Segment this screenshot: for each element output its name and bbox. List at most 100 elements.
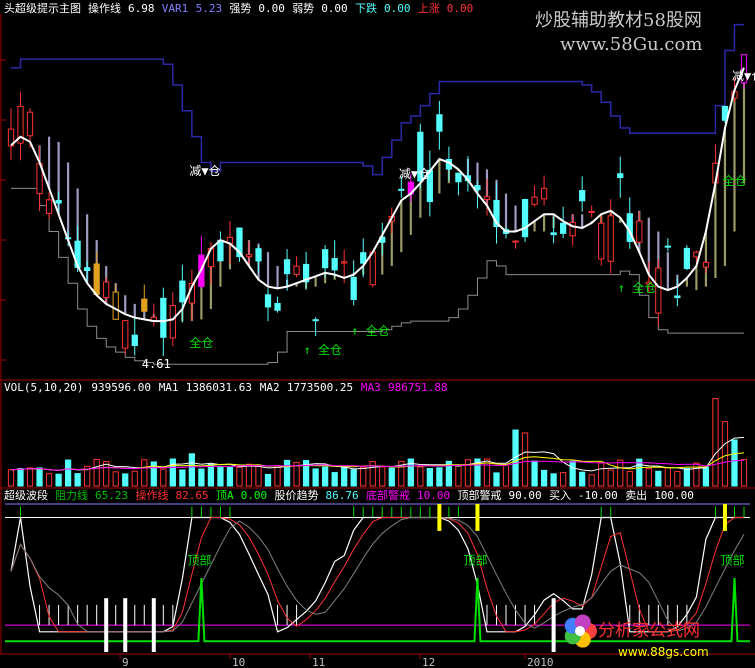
volume-bar[interactable]	[436, 467, 443, 487]
candle-body[interactable]	[45, 199, 53, 214]
volume-bar[interactable]	[179, 469, 186, 487]
candle-body[interactable]	[560, 222, 567, 234]
volume-bar[interactable]	[493, 472, 500, 487]
volume-bar[interactable]	[122, 473, 129, 487]
candle-body[interactable]	[702, 261, 710, 268]
candle-body[interactable]	[617, 173, 624, 178]
volume-bar[interactable]	[331, 472, 338, 487]
volume-bar[interactable]	[379, 466, 386, 487]
candle-body[interactable]	[588, 210, 595, 213]
candle-body[interactable]	[655, 267, 662, 314]
volume-bar[interactable]	[45, 473, 53, 487]
volume-bar[interactable]	[141, 459, 148, 487]
candle-body[interactable]	[540, 187, 548, 200]
candle-body[interactable]	[312, 319, 319, 322]
candle-body[interactable]	[636, 220, 643, 243]
candle-body[interactable]	[483, 196, 491, 201]
buy-signal-bar[interactable]	[151, 598, 156, 652]
volume-bar[interactable]	[417, 466, 424, 487]
candle-body[interactable]	[274, 302, 281, 311]
candle-body[interactable]	[131, 334, 138, 346]
buy-signal-bar[interactable]	[104, 598, 109, 652]
volume-bar[interactable]	[683, 467, 691, 487]
volume-bar[interactable]	[7, 469, 15, 487]
volume-bar[interactable]	[217, 466, 224, 487]
candle-body[interactable]	[521, 199, 529, 238]
candle-body[interactable]	[283, 259, 291, 275]
volume-bar[interactable]	[360, 466, 367, 487]
volume-bar[interactable]	[198, 468, 205, 487]
candle-body[interactable]	[103, 281, 110, 299]
volume-bar[interactable]	[569, 460, 576, 487]
volume-bar[interactable]	[426, 468, 433, 487]
volume-bar[interactable]	[112, 471, 119, 487]
volume-bar[interactable]	[207, 463, 215, 487]
candle-body[interactable]	[331, 258, 338, 271]
volume-bar[interactable]	[283, 459, 291, 487]
volume-bar[interactable]	[322, 466, 329, 487]
candle-body[interactable]	[160, 297, 167, 338]
volume-bar[interactable]	[245, 463, 253, 487]
stock-chart[interactable]: 减▼仓减▼仓减▼仓全仓↑ 全仓↑ 全仓↑ 全仓全仓4.61 顶部顶部顶部 头超级…	[0, 0, 755, 668]
volume-bar[interactable]	[740, 459, 748, 487]
volume-bar[interactable]	[103, 461, 110, 487]
volume-bar[interactable]	[626, 470, 633, 487]
volume-bar[interactable]	[464, 459, 472, 487]
volume-bar[interactable]	[131, 470, 138, 487]
volume-bar[interactable]	[17, 468, 24, 487]
volume-bar[interactable]	[64, 459, 72, 487]
candle-body[interactable]	[84, 267, 91, 272]
volume-bar[interactable]	[731, 439, 738, 487]
candle-body[interactable]	[264, 294, 272, 308]
candle-body[interactable]	[550, 232, 557, 236]
volume-bar[interactable]	[550, 473, 557, 487]
volume-bar[interactable]	[36, 467, 43, 487]
candle-body[interactable]	[341, 261, 348, 264]
candle-body[interactable]	[579, 190, 586, 202]
candle-body[interactable]	[293, 265, 300, 275]
candle-body[interactable]	[26, 111, 34, 137]
volume-bar[interactable]	[160, 468, 167, 487]
volume-bar[interactable]	[502, 464, 510, 487]
volume-bar[interactable]	[702, 466, 710, 487]
volume-bar[interactable]	[693, 462, 700, 487]
volume-bar[interactable]	[721, 421, 729, 487]
sell-signal-bar[interactable]	[437, 504, 442, 531]
candle-body[interactable]	[141, 298, 148, 312]
volume-bar[interactable]	[531, 460, 538, 487]
candle-body[interactable]	[122, 320, 129, 349]
candle-body[interactable]	[217, 239, 224, 262]
volume-bar[interactable]	[455, 465, 462, 487]
buy-signal-bar[interactable]	[551, 598, 556, 652]
candle-body[interactable]	[598, 222, 605, 260]
candle-body[interactable]	[474, 185, 481, 191]
sell-signal-bar[interactable]	[475, 504, 480, 531]
volume-bar[interactable]	[521, 432, 529, 487]
volume-bar[interactable]	[617, 459, 624, 487]
candle-body[interactable]	[179, 280, 186, 303]
volume-bar[interactable]	[264, 473, 272, 487]
candle-body[interactable]	[455, 172, 462, 183]
volume-bar[interactable]	[674, 471, 681, 487]
candle-body[interactable]	[255, 248, 262, 262]
candle-body[interactable]	[55, 200, 62, 204]
volume-bar[interactable]	[55, 473, 62, 487]
volume-bar[interactable]	[607, 469, 614, 487]
candle-body[interactable]	[350, 276, 357, 301]
volume-bar[interactable]	[26, 467, 34, 487]
volume-bar[interactable]	[645, 468, 652, 487]
volume-bar[interactable]	[274, 465, 281, 487]
volume-bar[interactable]	[312, 468, 319, 487]
buy-signal-bar[interactable]	[123, 598, 128, 652]
candle-body[interactable]	[531, 196, 538, 205]
candle-body[interactable]	[398, 188, 405, 191]
volume-bar[interactable]	[579, 471, 586, 487]
candle-body[interactable]	[245, 254, 253, 258]
volume-bar[interactable]	[188, 453, 195, 487]
candle-body[interactable]	[322, 249, 329, 269]
candle-body[interactable]	[674, 295, 681, 299]
candle-body[interactable]	[664, 245, 671, 248]
volume-bar[interactable]	[664, 467, 671, 487]
volume-bar[interactable]	[588, 474, 595, 487]
candle-body[interactable]	[436, 114, 443, 132]
